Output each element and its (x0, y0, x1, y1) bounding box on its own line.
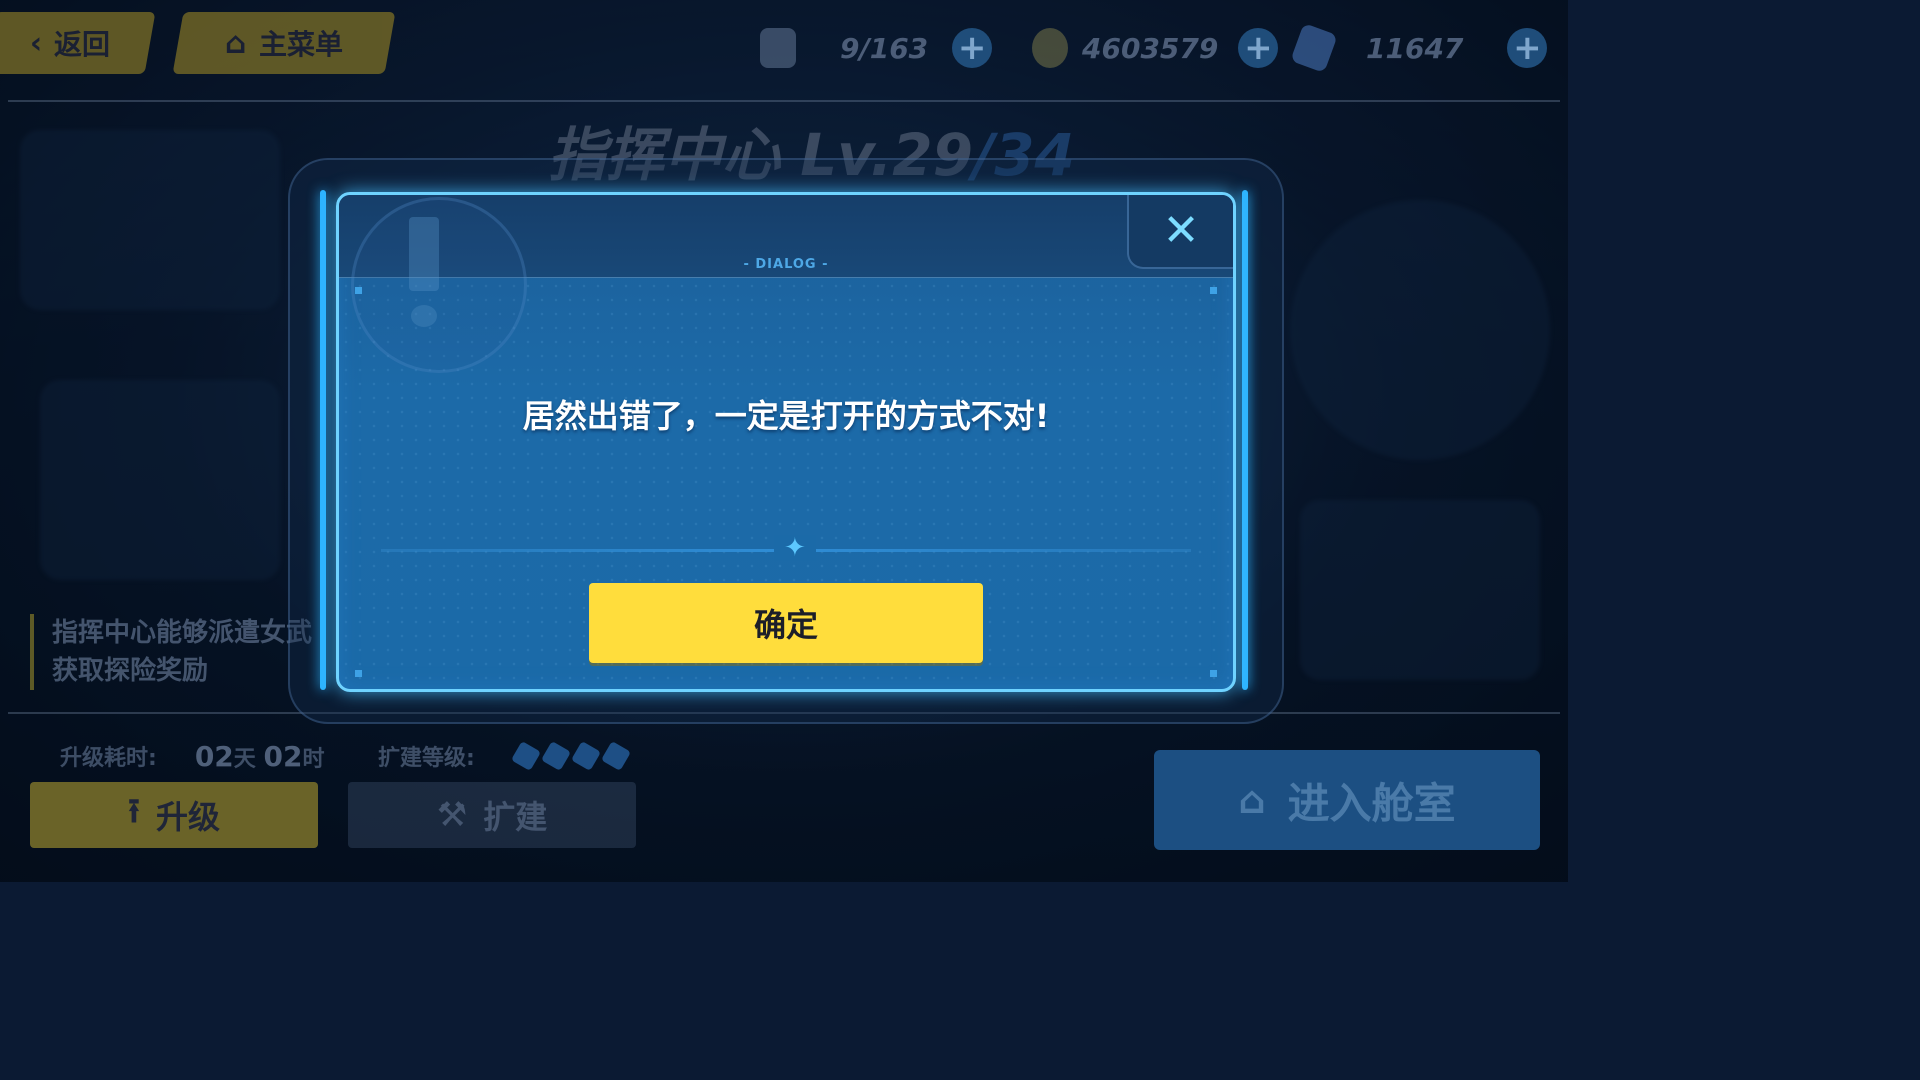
main-menu-label: 主菜单 (258, 28, 343, 61)
close-button[interactable]: ✕ (1127, 195, 1233, 269)
hours-unit: 时 (302, 746, 325, 772)
chevron-left-icon: ‹ (29, 25, 43, 61)
exclamation-icon (409, 217, 439, 291)
home-icon: ⌂ (1238, 778, 1266, 822)
add-stamina-button[interactable]: + (952, 28, 993, 68)
expand-level-label: 扩建等级: (378, 746, 475, 771)
coin-value: 4603579 (1082, 31, 1219, 65)
upgrade-time-hours: 02 (263, 739, 303, 773)
days-unit: 天 (233, 746, 256, 772)
dialog-tag: - DIALOG - (743, 257, 829, 272)
expand-level-info: 扩建等级: (378, 736, 635, 776)
close-icon: ✕ (1162, 205, 1200, 256)
crystal-icon (1290, 23, 1338, 73)
corner-marker (355, 670, 362, 677)
expand-button[interactable]: ⚒ 扩建 (348, 782, 636, 848)
enter-room-label: 进入舱室 (1287, 778, 1456, 828)
enter-room-button[interactable]: ⌂ 进入舱室 (1154, 750, 1540, 850)
star-icon: ✦ (774, 535, 816, 561)
upgrade-button[interactable]: ⭱ 升级 (30, 782, 318, 848)
level-gem-icon (600, 740, 631, 772)
top-divider (8, 100, 1560, 102)
game-screen: ‹ 返回 ⌂ 主菜单 9/163 + 4603579 + 11647 + 指挥中… (0, 0, 1568, 882)
tools-icon: ⚒ (436, 795, 468, 835)
dialog-left-glow (320, 190, 326, 690)
main-menu-button[interactable]: ⌂ 主菜单 (172, 12, 396, 74)
upgrade-time-label: 升级耗时: (60, 746, 157, 771)
stamina-icon (760, 28, 796, 68)
back-button[interactable]: ‹ 返回 (0, 12, 156, 74)
level-gem-icon (570, 740, 601, 772)
add-crystal-button[interactable]: + (1507, 28, 1548, 68)
expand-level-gems (510, 740, 635, 772)
upload-arrow-icon: ⭱ (128, 790, 140, 831)
upgrade-button-label: 升级 (155, 798, 220, 836)
back-button-label: 返回 (54, 28, 111, 61)
corner-marker (355, 287, 362, 294)
coin-counter: 4603579 + (1032, 20, 1279, 76)
level-gem-icon (510, 740, 541, 772)
dialog-header: - DIALOG - ✕ (339, 195, 1233, 373)
crystal-counter: 11647 + (1290, 20, 1548, 76)
top-bar: ‹ 返回 ⌂ 主菜单 9/163 + 4603579 + 11647 + (0, 0, 1568, 100)
warning-circle-icon (351, 197, 527, 373)
error-dialog: - DIALOG - ✕ 居然出错了，一定是打开的方式不对! ✦ 确定 (336, 192, 1236, 692)
upgrade-time-days: 02 (194, 739, 234, 773)
expand-button-label: 扩建 (483, 798, 548, 836)
confirm-button[interactable]: 确定 (589, 583, 983, 663)
crystal-value: 11647 (1366, 31, 1464, 65)
add-coin-button[interactable]: + (1238, 28, 1279, 68)
level-gem-icon (540, 740, 571, 772)
stamina-counter: 9/163 + (760, 20, 993, 76)
exclamation-dot (411, 305, 437, 327)
dialog-message: 居然出错了，一定是打开的方式不对! (522, 397, 1050, 435)
stamina-value: 9/163 (840, 31, 929, 65)
coin-icon (1032, 28, 1068, 68)
corner-marker (1210, 670, 1217, 677)
upgrade-time-info: 升级耗时: 02天 02时 (60, 736, 324, 776)
home-icon: ⌂ (225, 25, 247, 61)
corner-marker (1210, 287, 1217, 294)
dialog-right-glow (1242, 190, 1248, 690)
